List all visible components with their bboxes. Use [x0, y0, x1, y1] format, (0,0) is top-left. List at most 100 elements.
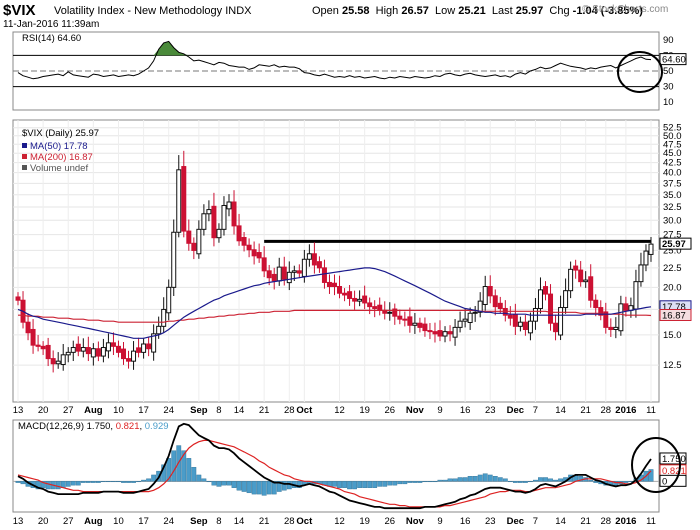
macd-histogram-bar: [101, 481, 106, 483]
candle-body: [457, 320, 463, 328]
candle-body: [286, 271, 292, 284]
candle-body: [623, 303, 629, 311]
price-tick-label: 35.0: [663, 190, 682, 201]
candle-body: [432, 331, 438, 335]
macd-histogram-bar: [236, 481, 242, 491]
macd-histogram-bar: [85, 481, 91, 483]
macd-histogram-bar: [206, 481, 212, 483]
x-tick-label: 27: [63, 405, 74, 416]
macd-histogram-bar: [342, 481, 347, 488]
price-title: $VIX (Daily) 25.97: [22, 128, 99, 139]
x-tick-label: Oct: [296, 405, 313, 416]
candle-body: [548, 293, 554, 324]
candle-body: [226, 201, 232, 210]
candle-body: [301, 258, 307, 277]
candle-body: [422, 323, 428, 332]
macd-histogram-bar: [111, 481, 116, 483]
candle-body: [75, 343, 81, 352]
legend-entry: MA(50) 17.78: [30, 141, 88, 152]
macd-histogram-bar: [211, 481, 217, 486]
candle-body: [171, 231, 177, 288]
x-tick-label: 11: [646, 405, 656, 416]
x-tick-label: 21: [580, 405, 591, 416]
x-tick-label: 2016: [615, 405, 636, 416]
candle-body: [437, 330, 443, 337]
candle-body: [442, 331, 448, 337]
x-tick-label: 16: [460, 516, 471, 527]
macd-histogram-bar: [507, 481, 513, 483]
candle-body: [417, 322, 423, 328]
candle-body: [407, 316, 413, 326]
x-tick-label: 21: [259, 405, 270, 416]
macd-histogram-bar: [472, 476, 478, 482]
candle-body: [568, 268, 574, 292]
x-tick-label: 10: [113, 405, 124, 416]
x-tick-label: 14: [234, 516, 245, 527]
candle-body: [412, 322, 418, 326]
x-tick-label: 21: [259, 516, 270, 527]
macd-hist-legend-value: 0.929: [145, 421, 169, 432]
macd-histogram-bar: [533, 479, 538, 482]
candle-body: [251, 249, 257, 257]
x-tick-label: 28: [600, 516, 611, 527]
rsi-value-label: 64.60: [662, 55, 686, 66]
price-tick-label: 22.5: [663, 263, 682, 274]
x-tick-label: 19: [359, 516, 370, 527]
rsi-legend: RSI(14) 64.60: [22, 33, 81, 44]
candle-body: [311, 253, 317, 266]
macd-histogram-bar: [427, 481, 433, 483]
price-tick-label: 30.0: [663, 215, 682, 226]
macd-histogram-bar: [422, 481, 428, 483]
x-tick-label: Aug: [84, 516, 103, 527]
price-tick-label: 32.5: [663, 202, 682, 213]
macd-histogram-bar: [196, 474, 202, 482]
candle-body: [131, 350, 137, 362]
macd-histogram-bar: [548, 478, 553, 482]
macd-histogram-bar: [588, 479, 594, 482]
macd-histogram-bar: [367, 481, 373, 488]
macd-histogram-bar: [80, 481, 86, 483]
macd-tag-label: 0: [662, 476, 667, 487]
candle-body: [55, 360, 61, 365]
macd-histogram-bar: [352, 481, 357, 490]
candle-body: [221, 205, 227, 230]
x-tick-label: 20: [38, 516, 49, 527]
macd-histogram-bar: [216, 481, 222, 487]
legend-swatch: [22, 165, 27, 170]
candle-body: [261, 257, 267, 272]
candle-body: [452, 326, 458, 338]
x-tick-label: Nov: [406, 516, 425, 527]
candle-body: [266, 270, 272, 279]
macd-histogram-bar: [241, 481, 247, 492]
macd-legend-value: 1.750: [87, 421, 111, 432]
macd-histogram-bar: [126, 481, 131, 483]
candle-body: [427, 330, 433, 333]
price-tick-label: 15.0: [663, 330, 682, 341]
x-tick-label: 14: [234, 405, 245, 416]
candle-body: [472, 311, 478, 314]
candle-body: [613, 326, 619, 331]
candle-body: [402, 318, 408, 321]
legend-entry: MA(200) 16.87: [30, 152, 93, 163]
candle-body: [211, 205, 217, 239]
macd-histogram-bar: [397, 481, 403, 485]
legend-entry: Volume undef: [30, 163, 88, 174]
candle-body: [30, 328, 36, 346]
macd-histogram-bar: [231, 481, 237, 488]
x-tick-label: 20: [38, 405, 49, 416]
x-tick-label: 8: [216, 516, 221, 527]
macd-histogram-bar: [492, 476, 498, 482]
candle-body: [507, 314, 513, 319]
x-axis: 13 20 27 Aug 10 17 24 Sep 8 14 21 28 Oct 12 19 26 Nov 9 16…: [13, 405, 656, 416]
candle-body: [387, 311, 393, 314]
macd-histogram-bar: [146, 478, 152, 482]
macd-histogram-bar: [55, 481, 61, 490]
x-tick-label: 26: [384, 405, 395, 416]
candle-body: [50, 358, 56, 365]
x-tick-label: 24: [163, 516, 174, 527]
macd-tag-label: 1.750: [662, 454, 686, 465]
macd-histogram-bar: [70, 481, 76, 486]
candle-body: [191, 242, 197, 251]
x-tick-label: 28: [600, 405, 611, 416]
x-tick-label: Oct: [296, 516, 313, 527]
